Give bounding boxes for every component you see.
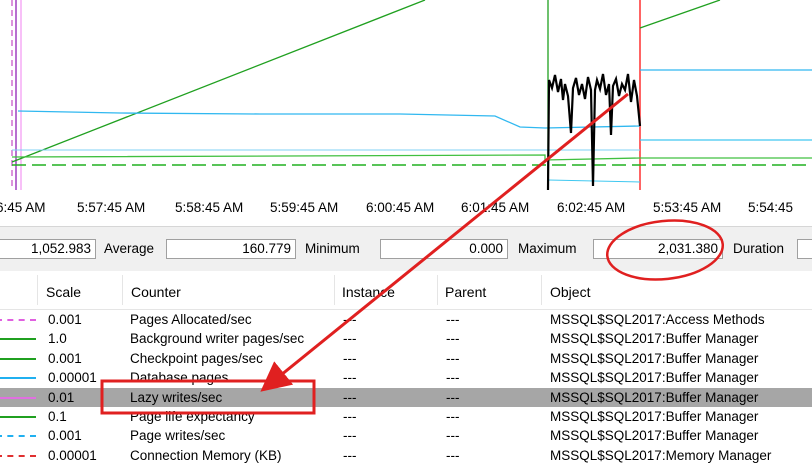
selected-counter-series <box>546 73 642 190</box>
time-tick: 5:54:45 <box>748 200 794 215</box>
statistics-bar: 1,052.983 Average 160.779 Minimum 0.000 … <box>0 226 812 272</box>
average-label: Average <box>104 241 155 256</box>
row-object: MSSQL$SQL2017:Buffer Manager <box>550 409 759 424</box>
row-counter: Checkpoint pages/sec <box>130 350 263 366</box>
time-tick: 5:59:45 AM <box>270 200 339 215</box>
row-instance: --- <box>343 447 357 463</box>
row-counter: Page life expectancy <box>130 409 255 424</box>
minimum-label: Minimum <box>305 241 360 256</box>
row-object: MSSQL$SQL2017:Buffer Manager <box>550 331 759 347</box>
counter-row[interactable]: 0.1 Page life expectancy --- --- MSSQL$SQL20… <box>0 407 812 426</box>
row-instance: --- <box>343 389 357 405</box>
performance-graph[interactable] <box>0 0 812 190</box>
checkpoint-pages-series <box>11 154 812 161</box>
duration-label: Duration <box>733 241 785 256</box>
row-object: MSSQL$SQL2017:Memory Manager <box>550 447 772 463</box>
series-color-sample <box>0 435 36 438</box>
row-counter: Lazy writes/sec <box>130 389 223 405</box>
row-parent: --- <box>446 370 460 386</box>
row-scale: 1.0 <box>48 331 67 347</box>
row-scale: 0.001 <box>48 312 82 327</box>
time-axis: 6:45 AM 5:57:45 AM 5:58:45 AM 5:59:45 AM… <box>0 190 812 226</box>
series-color-sample <box>0 338 36 341</box>
row-parent: --- <box>446 447 460 463</box>
row-scale: 0.00001 <box>48 370 97 386</box>
row-instance: --- <box>343 428 357 444</box>
column-separator <box>437 275 438 305</box>
counter-row[interactable]: 0.001 Pages Allocated/sec --- --- MSSQL$SQL2… <box>0 310 812 329</box>
counter-row[interactable]: 0.01 Lazy writes/sec --- --- MSSQL$SQL2017:B… <box>0 387 812 407</box>
time-tick: 5:57:45 AM <box>77 200 146 215</box>
column-separator <box>122 275 123 305</box>
column-header-counter[interactable]: Counter <box>131 284 181 300</box>
row-parent: --- <box>446 350 460 366</box>
average-value-field: 160.779 <box>166 239 296 259</box>
row-instance: --- <box>343 370 357 386</box>
counter-row[interactable]: 0.00001 Database pages --- --- MSSQL$SQL2017… <box>0 368 812 387</box>
last-value-field: 1,052.983 <box>0 239 96 259</box>
row-scale: 0.001 <box>48 350 82 366</box>
time-tick: 6:45 AM <box>0 200 46 215</box>
row-scale: 0.01 <box>48 389 75 405</box>
counter-row[interactable]: 0.001 Page writes/sec --- --- MSSQL$SQL2017:… <box>0 426 812 445</box>
page-life-expectancy-series-2 <box>639 0 721 29</box>
page-life-expectancy-series <box>11 0 426 163</box>
row-parent: --- <box>446 312 460 327</box>
row-parent: --- <box>446 389 460 405</box>
minimum-value-field: 0.000 <box>380 239 508 259</box>
row-parent: --- <box>446 409 460 424</box>
duration-value-field <box>797 239 812 259</box>
row-scale: 0.00001 <box>48 447 97 463</box>
maximum-label: Maximum <box>518 241 577 256</box>
time-tick: 5:58:45 AM <box>175 200 244 215</box>
maximum-value-field: 2,031.380 <box>593 239 723 259</box>
row-instance: --- <box>343 312 357 327</box>
series-color-sample <box>0 454 36 457</box>
row-counter: Background writer pages/sec <box>130 331 305 347</box>
counter-row[interactable]: 0.001 Checkpoint pages/sec --- --- MSSQL$SQL… <box>0 349 812 368</box>
column-separator <box>334 275 335 305</box>
row-object: MSSQL$SQL2017:Buffer Manager <box>550 428 759 444</box>
row-object: MSSQL$SQL2017:Buffer Manager <box>550 350 759 366</box>
column-separator <box>37 275 38 305</box>
row-parent: --- <box>446 331 460 347</box>
row-instance: --- <box>343 409 357 424</box>
row-counter: Database pages <box>130 370 229 386</box>
row-counter: Pages Allocated/sec <box>130 312 252 327</box>
column-header-parent[interactable]: Parent <box>445 284 486 300</box>
list-header: Scale Counter Instance Parent Object <box>0 271 812 310</box>
series-color-sample <box>0 416 36 418</box>
series-color-sample <box>0 396 36 399</box>
column-separator <box>541 275 542 305</box>
row-scale: 0.001 <box>48 428 82 444</box>
counter-row[interactable]: 0.00001 Connection Memory (KB) --- --- MSSQL… <box>0 446 812 465</box>
time-tick: 6:02:45 AM <box>557 200 626 215</box>
row-counter: Connection Memory (KB) <box>130 447 282 463</box>
row-object: MSSQL$SQL2017:Buffer Manager <box>550 389 759 405</box>
row-parent: --- <box>446 428 460 444</box>
row-instance: --- <box>343 331 357 347</box>
counter-list[interactable]: Scale Counter Instance Parent Object 0.0… <box>0 271 812 465</box>
database-pages-series <box>17 110 641 129</box>
time-tick: 6:01:45 AM <box>461 200 530 215</box>
time-tick: 6:00:45 AM <box>366 200 435 215</box>
row-instance: --- <box>343 350 357 366</box>
series-color-sample <box>0 319 36 321</box>
row-object: MSSQL$SQL2017:Access Methods <box>550 312 765 327</box>
series-color-sample <box>0 357 36 360</box>
series-color-sample <box>0 377 36 380</box>
column-header-scale[interactable]: Scale <box>46 284 81 300</box>
time-tick: 5:53:45 AM <box>653 200 722 215</box>
column-header-object[interactable]: Object <box>550 284 590 300</box>
graph-canvas <box>11 0 812 190</box>
counter-row[interactable]: 1.0 Background writer pages/sec --- --- MSSQ… <box>0 329 812 348</box>
column-header-instance[interactable]: Instance <box>342 284 395 300</box>
row-scale: 0.1 <box>48 409 67 424</box>
row-object: MSSQL$SQL2017:Buffer Manager <box>550 370 759 386</box>
row-counter: Page writes/sec <box>130 428 226 444</box>
